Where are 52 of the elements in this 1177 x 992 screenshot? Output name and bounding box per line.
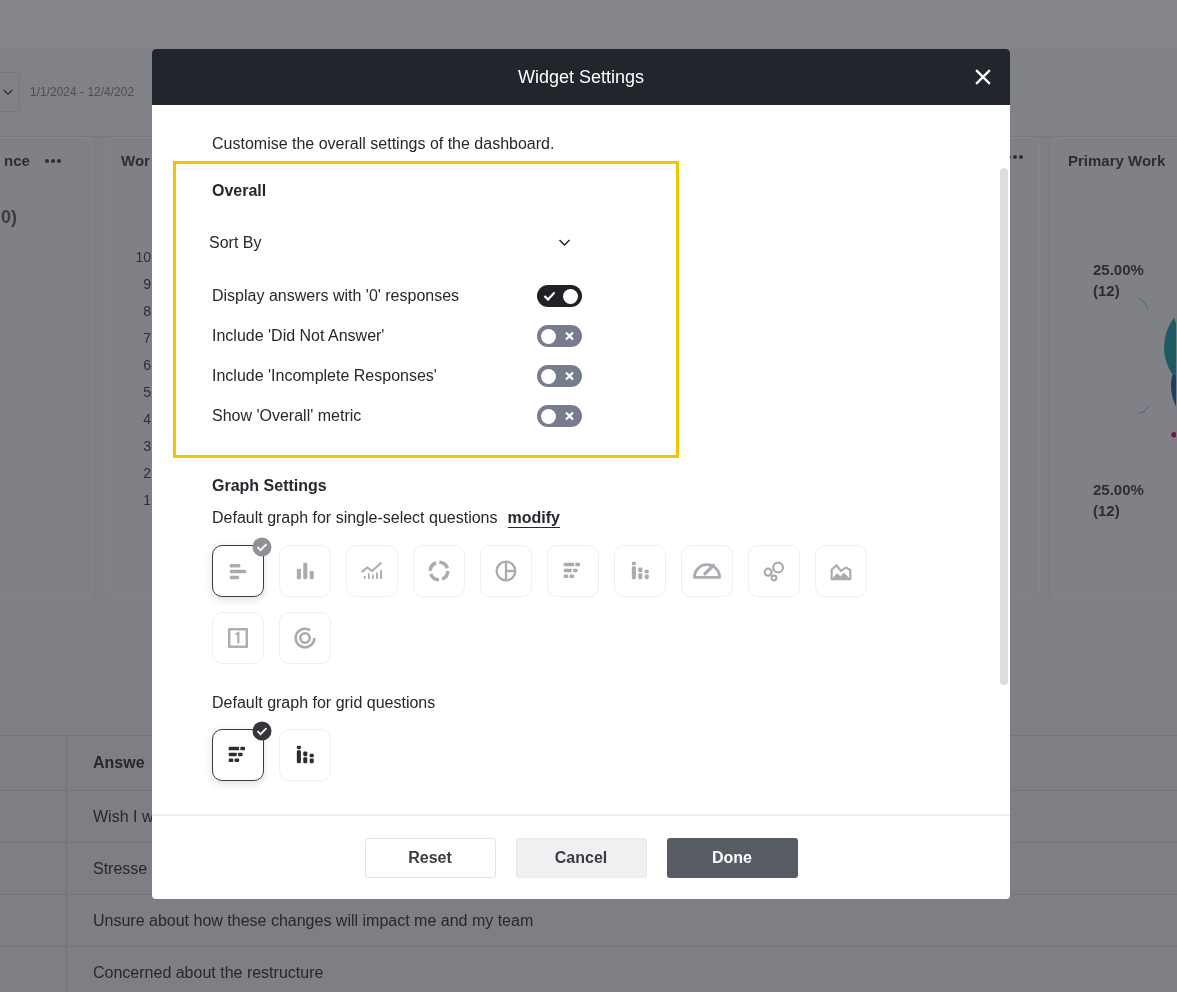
chart-type-option[interactable] xyxy=(212,729,264,781)
section-heading: Graph Settings xyxy=(212,477,328,495)
sort-by-dropdown[interactable]: Sort By xyxy=(209,234,571,252)
slice-percent: 25.00% xyxy=(1093,480,1145,500)
column-header: Answe xyxy=(92,754,145,772)
axis-label: 4 xyxy=(142,411,151,429)
card-title: nce xyxy=(4,152,30,169)
axis-label: 9 xyxy=(142,276,151,294)
toggle-switch[interactable] xyxy=(537,325,582,347)
toggle-label: Include 'Did Not Answer' xyxy=(212,327,386,345)
chevron-down-icon xyxy=(3,88,13,96)
toggle-switch[interactable] xyxy=(537,285,582,307)
slice-count: (12) xyxy=(1093,501,1121,521)
group-label: Default graph for single-select questions xyxy=(212,509,498,527)
axis-label: 10 xyxy=(134,249,151,267)
toggle-label: Display answers with '0' responses xyxy=(212,287,461,305)
axis-label: 5 xyxy=(142,384,151,402)
axis-label: 1 xyxy=(142,492,151,510)
card-value: 0) xyxy=(1,207,18,228)
toggle-switch[interactable] xyxy=(537,405,582,427)
group-label: Default graph for grid questions xyxy=(212,694,436,712)
axis-label: 7 xyxy=(142,330,151,348)
scrollbar[interactable] xyxy=(1000,168,1008,685)
done-button[interactable]: Done xyxy=(666,838,798,878)
section-heading: Overall xyxy=(212,182,268,200)
cross-icon xyxy=(564,331,575,341)
axis-label: 3 xyxy=(142,438,151,456)
chevron-down-icon xyxy=(558,239,571,247)
dialog-title: Widget Settings xyxy=(517,66,645,88)
card-title: Wor xyxy=(121,152,151,169)
toggle-switch[interactable] xyxy=(537,365,582,387)
axis-label: 8 xyxy=(142,303,151,321)
axis-label: 6 xyxy=(142,357,151,375)
cross-icon xyxy=(564,371,575,381)
toggle-label: Show 'Overall' metric xyxy=(212,407,363,425)
axis-label: 2 xyxy=(142,465,151,483)
table-cell-text: Stresse xyxy=(92,859,148,878)
slice-count: (12) xyxy=(1093,281,1121,301)
table-cell-text: Unsure about how these changes will impact me and my team xyxy=(92,911,534,930)
table-cell-text: Concerned about the restructure xyxy=(92,963,324,982)
check-badge-icon xyxy=(252,537,272,557)
close-icon xyxy=(975,69,991,85)
card-title: Primary Work xyxy=(1068,152,1167,169)
toggle-label: Include 'Incomplete Responses' xyxy=(212,367,438,385)
check-badge-icon xyxy=(252,721,272,741)
reset-button[interactable]: Reset xyxy=(364,838,496,878)
cross-icon xyxy=(564,411,575,421)
slice-percent: 25.00% xyxy=(1093,260,1145,280)
cancel-button[interactable]: Cancel xyxy=(515,838,647,878)
check-icon xyxy=(543,291,556,301)
close-button[interactable] xyxy=(974,68,992,86)
intro-text: Customise the overall settings of the dashboard. xyxy=(212,135,556,153)
